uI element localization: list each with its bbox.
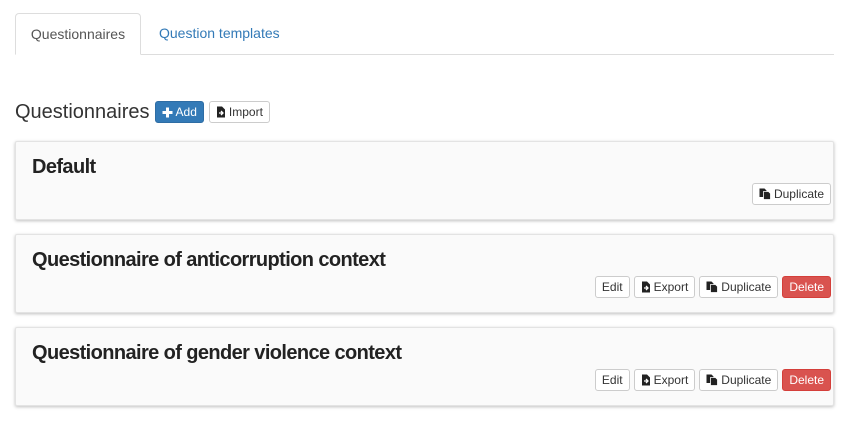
page-title: Questionnaires bbox=[15, 100, 150, 123]
questionnaire-card: Default Duplicate bbox=[15, 141, 834, 220]
export-button-label: Export bbox=[653, 373, 689, 387]
import-button-label: Import bbox=[228, 105, 263, 119]
file-export-icon bbox=[641, 281, 651, 293]
section-heading: Questionnaires Add Import bbox=[15, 99, 275, 125]
duplicate-button-label: Duplicate bbox=[721, 280, 772, 294]
delete-button-label: Delete bbox=[789, 373, 824, 387]
copy-icon bbox=[759, 188, 771, 200]
questionnaire-title: Questionnaire of anticorruption context bbox=[32, 249, 386, 271]
export-button[interactable]: Export bbox=[633, 369, 696, 391]
export-button-label: Export bbox=[653, 280, 689, 294]
copy-icon bbox=[706, 374, 719, 386]
questionnaire-card: Questionnaire of gender violence context… bbox=[15, 327, 834, 406]
edit-button-label: Edit bbox=[601, 373, 623, 387]
duplicate-button-label: Duplicate bbox=[773, 187, 824, 201]
tab-questionnaires[interactable]: Questionnaires bbox=[15, 13, 141, 55]
duplicate-button[interactable]: Duplicate bbox=[699, 276, 779, 298]
card-actions: Edit Export Duplicate Delete bbox=[591, 369, 831, 391]
edit-button[interactable]: Edit bbox=[594, 369, 630, 391]
export-button[interactable]: Export bbox=[633, 276, 696, 298]
add-button-label: Add bbox=[175, 105, 197, 119]
delete-button[interactable]: Delete bbox=[782, 276, 831, 298]
delete-button-label: Delete bbox=[789, 280, 824, 294]
questionnaire-title: Questionnaire of gender violence context bbox=[32, 342, 402, 364]
card-actions: Duplicate bbox=[748, 183, 831, 205]
add-button[interactable]: Add bbox=[154, 101, 204, 123]
edit-button[interactable]: Edit bbox=[594, 276, 630, 298]
tab-question-templates[interactable]: Question templates bbox=[159, 13, 280, 54]
import-button[interactable]: Import bbox=[208, 101, 270, 123]
file-export-icon bbox=[641, 374, 651, 386]
page: Questionnaires Question templates Questi… bbox=[0, 0, 848, 423]
edit-button-label: Edit bbox=[601, 280, 623, 294]
plus-icon bbox=[162, 107, 173, 118]
duplicate-button-label: Duplicate bbox=[721, 373, 772, 387]
tab-bar: Questionnaires Question templates bbox=[15, 13, 834, 55]
card-actions: Edit Export Duplicate Delete bbox=[591, 276, 831, 298]
file-import-icon bbox=[216, 106, 226, 118]
questionnaire-title: Default bbox=[32, 156, 96, 178]
questionnaire-card: Questionnaire of anticorruption context … bbox=[15, 234, 834, 313]
duplicate-button[interactable]: Duplicate bbox=[699, 369, 779, 391]
delete-button[interactable]: Delete bbox=[782, 369, 831, 391]
copy-icon bbox=[706, 281, 719, 293]
duplicate-button[interactable]: Duplicate bbox=[751, 183, 831, 205]
